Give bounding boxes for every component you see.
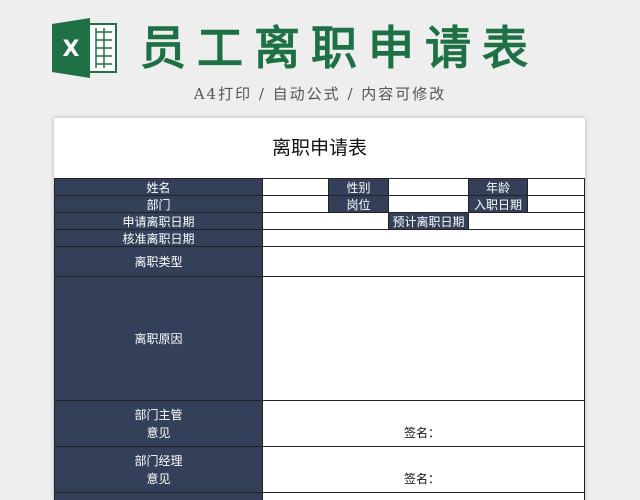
supervisor-signature-label: 签名：: [404, 426, 441, 440]
expected-date-field[interactable]: [468, 212, 585, 230]
manager-label-line1: 部门经理: [134, 453, 183, 468]
page-subtitle: A4打印 / 自动公式 / 内容可修改: [193, 85, 447, 103]
department-field[interactable]: [262, 195, 329, 213]
manager-opinion-label: 部门经理 意见: [54, 446, 263, 493]
gender-field[interactable]: [388, 178, 469, 196]
next-row-field[interactable]: [262, 492, 585, 500]
next-row-label: [54, 492, 263, 500]
supervisor-label-line2: 意见: [146, 425, 171, 440]
apply-date-label: 申请离职日期: [54, 212, 263, 230]
approved-date-field[interactable]: [262, 229, 585, 247]
excel-icon: X: [52, 18, 117, 78]
hire-date-field[interactable]: [527, 195, 585, 213]
position-label: 岗位: [328, 195, 389, 213]
age-field[interactable]: [527, 178, 585, 196]
page-header: X 员工离职申请表 A4打印 / 自动公式 / 内容可修改: [0, 0, 640, 118]
form-title: 离职申请表: [271, 137, 367, 159]
expected-date-label: 预计离职日期: [388, 212, 469, 230]
age-label: 年龄: [468, 178, 528, 196]
type-label: 离职类型: [54, 246, 263, 277]
reason-field[interactable]: [262, 276, 585, 401]
position-field[interactable]: [388, 195, 469, 213]
gender-label: 性别: [328, 178, 389, 196]
hire-date-label: 入职日期: [468, 195, 528, 213]
approved-date-label: 核准离职日期: [54, 229, 263, 247]
department-label: 部门: [54, 195, 263, 213]
apply-date-field[interactable]: [262, 212, 389, 230]
manager-signature-label: 签名：: [404, 472, 441, 486]
manager-label-line2: 意见: [146, 471, 171, 486]
supervisor-opinion-label: 部门主管 意见: [54, 400, 263, 447]
name-field[interactable]: [262, 178, 329, 196]
page-title: 员工离职申请表: [140, 21, 539, 75]
name-label: 姓名: [54, 178, 263, 196]
excel-logo-letter: X: [63, 37, 80, 62]
type-field[interactable]: [262, 246, 585, 277]
reason-label: 离职原因: [54, 276, 263, 401]
form-sheet: 离职申请表 姓名 性别 年龄 部门 岗位 入职日期 申请离职日期 预计离职日期 …: [54, 118, 585, 500]
supervisor-label-line1: 部门主管: [134, 407, 183, 422]
